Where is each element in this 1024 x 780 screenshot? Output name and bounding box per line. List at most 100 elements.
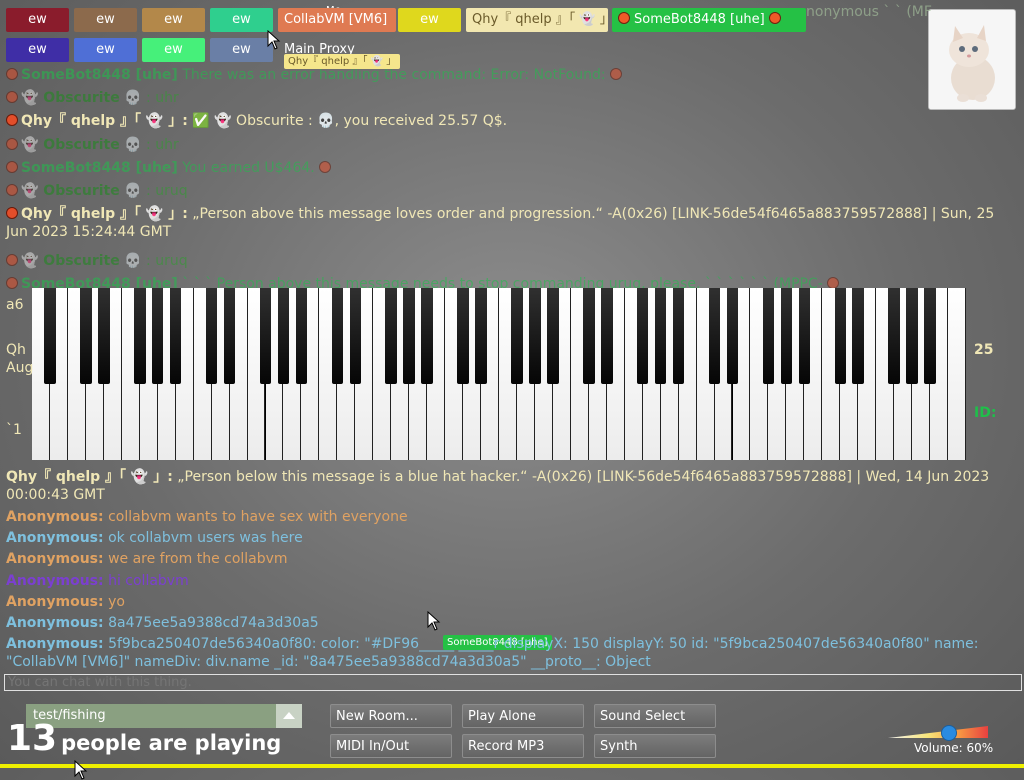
participant-label: ew — [420, 12, 439, 27]
piano-black-key[interactable] — [421, 288, 433, 384]
piano-black-key[interactable] — [331, 288, 344, 384]
piano-black-key[interactable] — [223, 288, 236, 384]
new-room-button[interactable]: New Room... — [330, 704, 452, 728]
synth-button[interactable]: Synth — [594, 734, 716, 758]
piano-black-key[interactable] — [583, 288, 595, 384]
participant-0[interactable]: ew — [6, 8, 69, 32]
chat-author: Anonymous: — [6, 636, 104, 652]
pumpkin-icon — [6, 160, 18, 173]
piano-black-key[interactable] — [672, 288, 685, 384]
chat-message: Anonymous: yo — [6, 593, 1016, 611]
piano-black-key[interactable] — [403, 288, 415, 384]
piano-black-key[interactable] — [457, 288, 469, 384]
pumpkin-icon — [768, 12, 781, 24]
chat-message: Anonymous: 5f9bca250407de56340a0f80: col… — [6, 635, 1016, 671]
pumpkin-icon — [618, 12, 630, 24]
chat-text: 💀 : uruq — [124, 252, 188, 269]
chat-message: 👻 Obscurite 💀 : uruq — [6, 182, 1016, 200]
participant-1[interactable]: ew — [74, 8, 137, 32]
play-alone-button[interactable]: Play Alone — [462, 704, 584, 728]
piano-black-key[interactable] — [44, 288, 56, 384]
piano-black-key[interactable] — [349, 288, 362, 384]
participant-6[interactable]: Qhy『 qhelp 』「 👻 」 — [466, 8, 608, 32]
piano-black-key[interactable] — [169, 288, 182, 384]
piano-black-key[interactable] — [151, 288, 164, 384]
piano-black-key[interactable] — [888, 288, 900, 384]
piano-black-key[interactable] — [475, 288, 487, 384]
sound-select-button[interactable]: Sound Select — [594, 704, 716, 728]
participant-2[interactable]: ew — [142, 8, 205, 32]
chat-message: Anonymous: we are from the collabvm — [6, 550, 1016, 568]
chat-text: 💀 : uruq — [124, 183, 188, 199]
midi-button[interactable]: MIDI In/Out — [330, 734, 452, 758]
volume-slider[interactable]: Volume: 60% — [884, 722, 993, 762]
participant-9[interactable]: ew — [74, 38, 137, 62]
player-count: 13 people are playing — [7, 716, 281, 762]
chat-text: yo — [108, 594, 125, 610]
piano-black-key[interactable] — [636, 288, 649, 384]
chat-text: collabvm wants to have sex with everyone — [108, 509, 408, 525]
participant-label: SomeBot8448 [uhe] — [634, 12, 765, 27]
piano-black-key[interactable] — [134, 288, 146, 384]
participant-8[interactable]: ew — [6, 38, 69, 62]
pumpkin-icon — [6, 207, 18, 220]
piano-black-key[interactable] — [654, 288, 667, 384]
participant-11[interactable]: ew — [210, 38, 273, 62]
piano-black-key[interactable] — [80, 288, 92, 384]
chat-author: Anonymous: — [6, 615, 104, 631]
piano-black-key[interactable] — [906, 288, 918, 384]
chat-fragment-left: Qh — [6, 342, 26, 358]
piano-white-key[interactable] — [948, 288, 966, 460]
chat-message: SomeBot8448 [uhe] There was an error han… — [6, 66, 1016, 84]
piano-black-key[interactable] — [98, 288, 110, 384]
pumpkin-icon — [826, 276, 839, 289]
mouse-cursor-icon — [267, 30, 281, 50]
piano-black-key[interactable] — [277, 288, 290, 384]
pumpkin-icon — [6, 137, 18, 150]
chat-fragment-right: 25 — [974, 342, 994, 358]
piano-black-key[interactable] — [708, 288, 721, 384]
piano-black-key[interactable] — [780, 288, 793, 384]
piano-keyboard[interactable] — [32, 288, 966, 460]
participants-overflow-text: nonymous ` ` (MF — [806, 4, 932, 20]
piano-black-key[interactable] — [511, 288, 523, 384]
piano-black-key[interactable] — [852, 288, 864, 384]
chat-input[interactable] — [4, 674, 1022, 691]
participant-label: Qhy『 qhelp 』「 👻 」 — [472, 12, 608, 27]
chat-author: SomeBot8448 [uhe] — [21, 67, 178, 83]
chat-author: Anonymous: — [6, 530, 104, 546]
piano-black-key[interactable] — [547, 288, 559, 384]
piano-black-key[interactable] — [798, 288, 811, 384]
piano-black-key[interactable] — [295, 288, 308, 384]
piano-black-key[interactable] — [529, 288, 541, 384]
chat-author: 👻 Obscurite — [21, 90, 120, 107]
participant-10[interactable]: ew — [142, 38, 205, 62]
volume-knob[interactable] — [941, 725, 957, 741]
piano-black-key[interactable] — [726, 288, 739, 384]
participant-5[interactable]: ew — [398, 8, 461, 32]
piano-black-key[interactable] — [601, 288, 613, 384]
chat-message: Anonymous: 8a475ee5a9388cd74a3d30a5 — [6, 614, 1016, 632]
piano-black-key[interactable] — [205, 288, 218, 384]
chat-author: SomeBot8448 [uhe] — [21, 159, 178, 176]
piano-black-key[interactable] — [259, 288, 272, 384]
mouse-cursor-icon — [74, 760, 88, 780]
participant-7[interactable]: SomeBot8448 [uhe] — [612, 8, 806, 32]
chat-fragment-left: Aug — [6, 360, 34, 376]
volume-track[interactable] — [888, 726, 988, 738]
piano-black-key[interactable] — [924, 288, 936, 384]
participant-label: ew — [232, 12, 251, 27]
chat-message: Anonymous: collabvm wants to have sex wi… — [6, 508, 1016, 526]
piano-black-key[interactable] — [385, 288, 397, 384]
chat-fragment-right: ID: — [974, 405, 997, 421]
piano-black-key[interactable] — [762, 288, 775, 384]
chat-fragment-left: `1 — [6, 422, 22, 438]
record-mp3-button[interactable]: Record MP3 — [462, 734, 584, 758]
chat-text: ✅ 👻 Obscurite : 💀, you received 25.57 Q$… — [192, 113, 508, 130]
piano-black-key[interactable] — [834, 288, 846, 384]
participant-4[interactable]: CollabVM [VM6] — [278, 8, 396, 32]
pumpkin-icon — [6, 184, 18, 196]
chat-message: 👻 Obscurite 💀 : uhr — [6, 136, 1016, 154]
participant-3[interactable]: ew — [210, 8, 273, 32]
participant-label: ew — [164, 42, 183, 57]
